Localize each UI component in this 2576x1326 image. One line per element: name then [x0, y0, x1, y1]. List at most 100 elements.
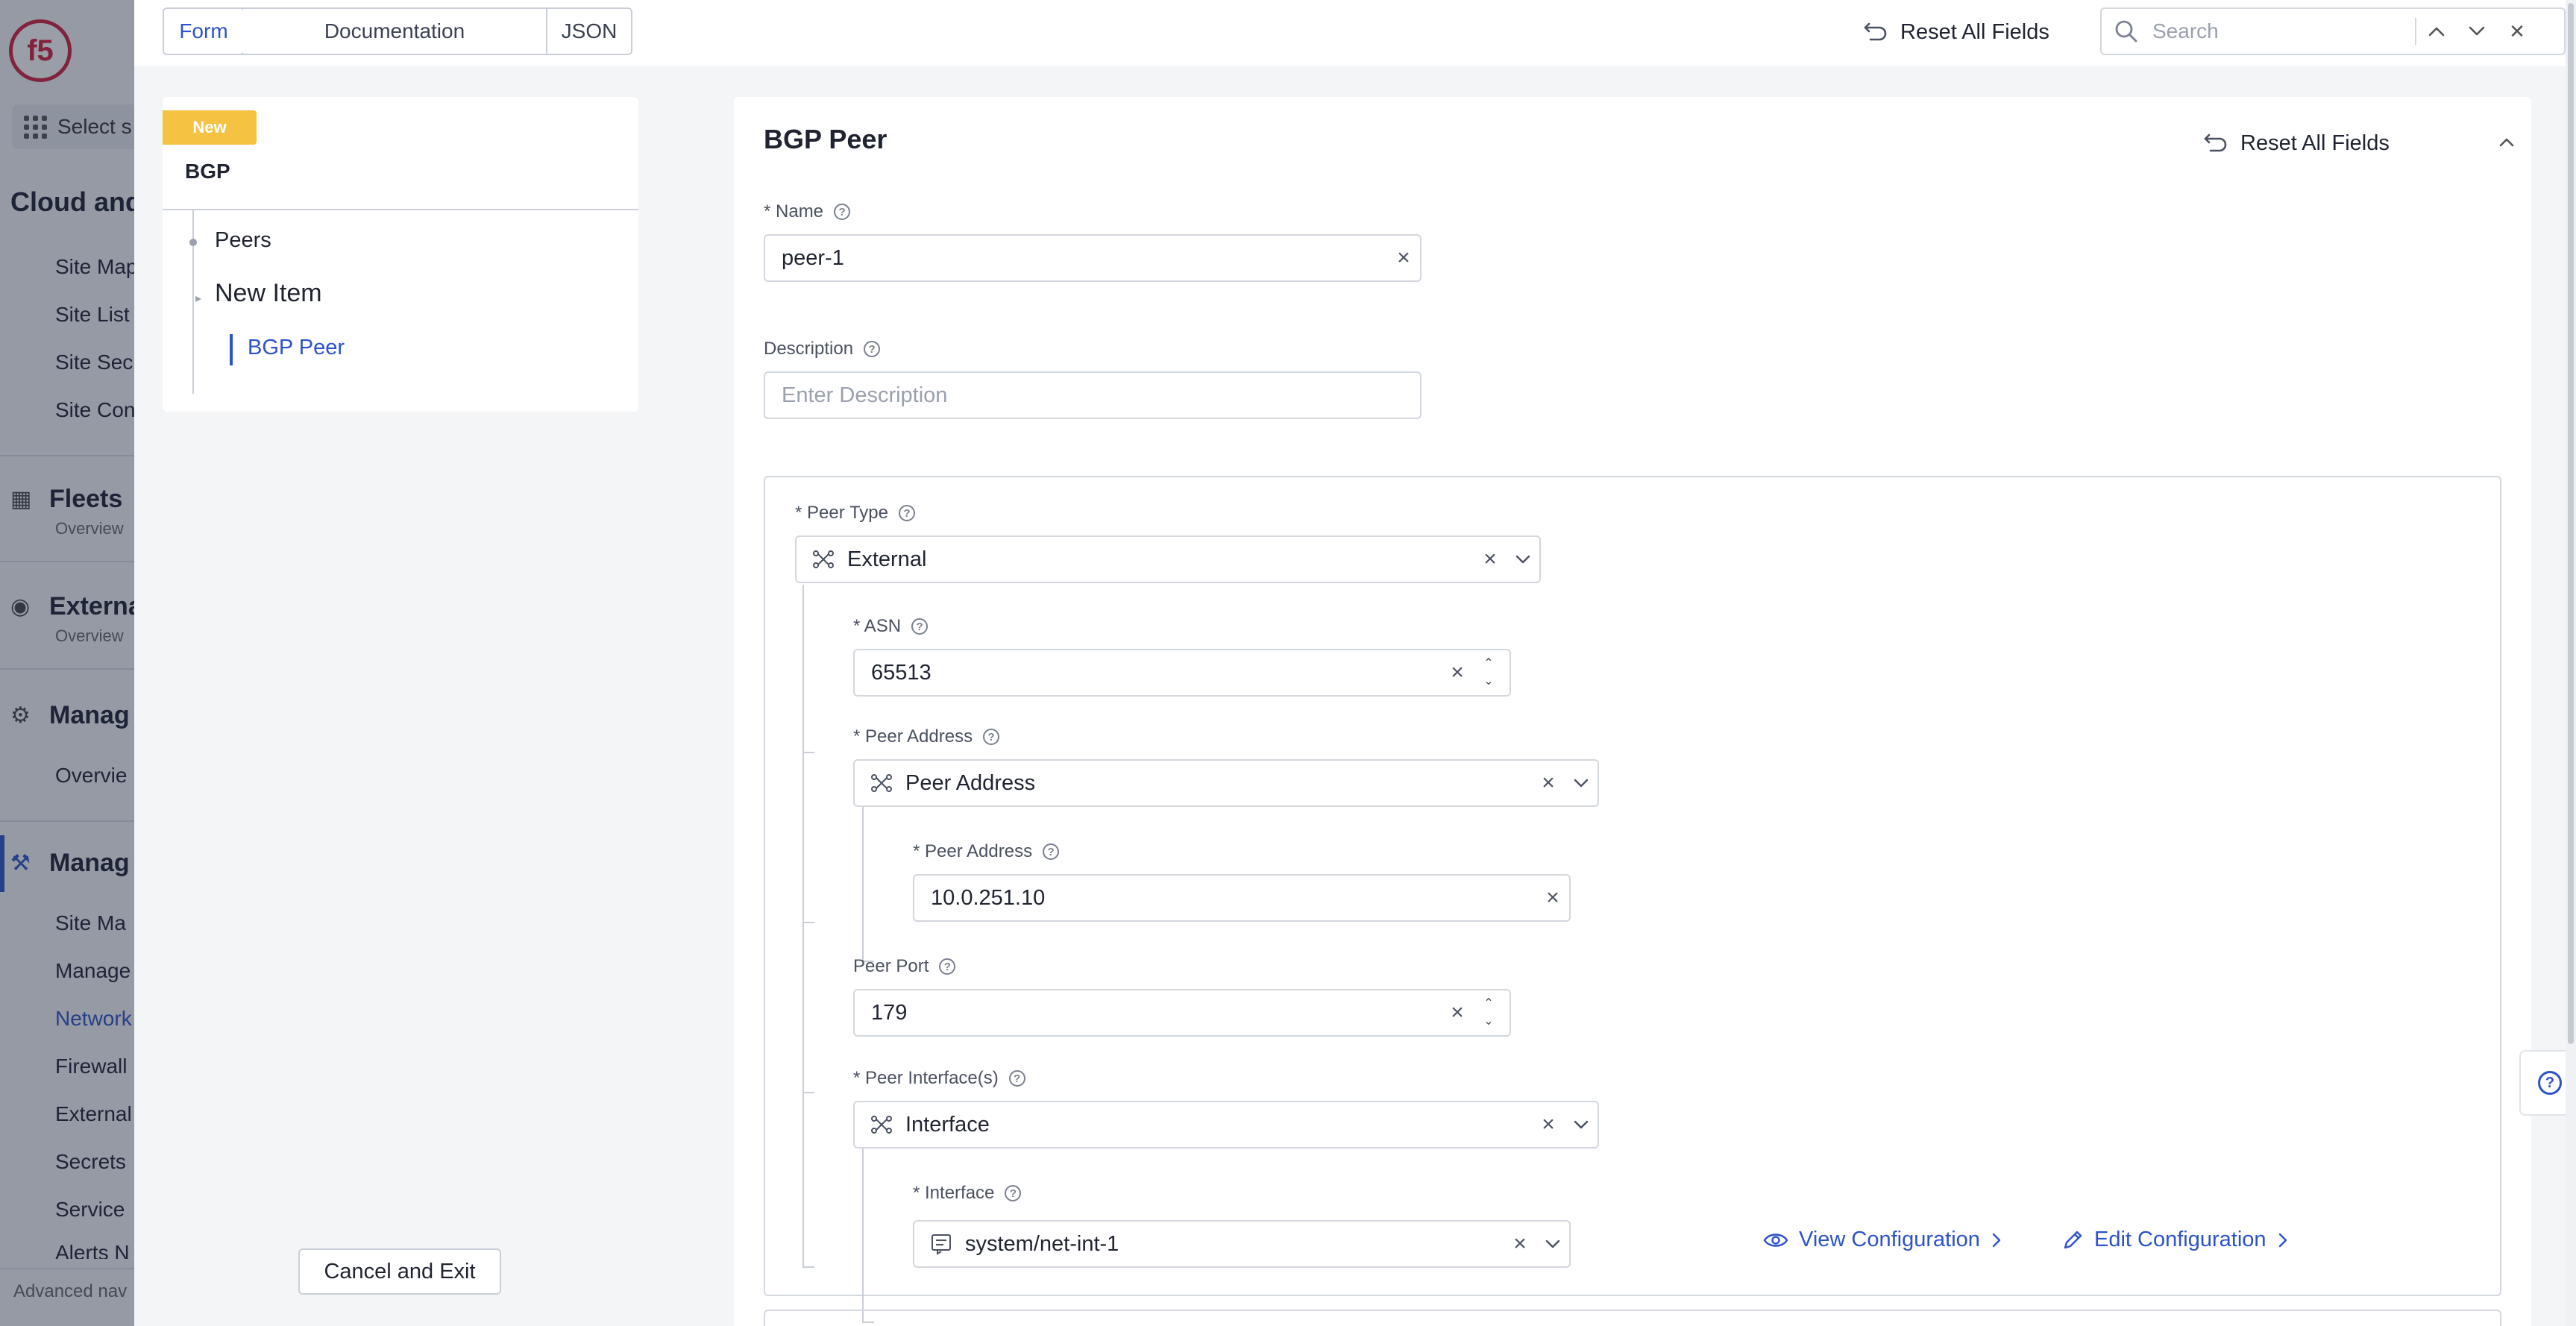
reset-all-fields-button[interactable]: Reset All Fields: [1863, 13, 2049, 51]
caret-right-icon: ▸: [195, 292, 202, 305]
help-icon[interactable]: ?: [1043, 843, 1060, 860]
increment-icon[interactable]: ⌃: [1483, 997, 1493, 1011]
search-previous-button[interactable]: [2416, 10, 2457, 52]
search-next-button[interactable]: [2457, 10, 2497, 52]
clear-name-button[interactable]: ×: [1387, 236, 1420, 280]
peer-address-choice-label: * Peer Address?: [853, 726, 1000, 747]
clear-interface-button[interactable]: ×: [1504, 1222, 1536, 1266]
eye-icon: [1763, 1233, 1788, 1247]
help-icon[interactable]: ?: [911, 618, 929, 635]
object-reference-icon: [920, 1233, 962, 1255]
close-icon: ✕: [2509, 19, 2525, 43]
interface-select[interactable]: system/net-int-1 ×: [913, 1220, 1571, 1268]
form-navigation: New BGP ▸ Peers New Item BGP Peer: [163, 97, 638, 412]
edit-configuration-link[interactable]: Edit Configuration: [2061, 1228, 2289, 1252]
peer-type-dropdown-button[interactable]: [1507, 538, 1539, 581]
question-icon: ?: [2538, 1071, 2562, 1095]
tree-line: [862, 1144, 864, 1323]
peer-interfaces-select[interactable]: Interface ×: [853, 1101, 1599, 1149]
decrement-icon[interactable]: ⌄: [1483, 675, 1493, 688]
help-icon[interactable]: ?: [1008, 1070, 1025, 1087]
drawer-topbar: Form Documentation JSON Reset All Fields: [134, 0, 2576, 66]
choice-icon: [861, 773, 902, 793]
tree-connector: [802, 1092, 814, 1093]
description-label: Description?: [764, 339, 881, 359]
close-icon: ×: [1451, 1000, 1464, 1025]
asn-label: * ASN?: [853, 616, 929, 637]
search-box: ✕: [2100, 7, 2566, 55]
chevron-down-icon: [1574, 1120, 1589, 1129]
tree-node-dot: [189, 239, 197, 246]
scrollbar[interactable]: [2566, 0, 2576, 1326]
help-icon[interactable]: ?: [1005, 1185, 1022, 1201]
help-icon[interactable]: ?: [898, 505, 915, 521]
increment-icon[interactable]: ⌃: [1483, 657, 1493, 670]
peer-address-dropdown-button[interactable]: [1565, 761, 1598, 805]
chevron-down-icon: [2469, 26, 2485, 36]
collapse-section-button[interactable]: [2498, 133, 2515, 152]
reset-section-fields-button[interactable]: Reset All Fields: [2203, 127, 2390, 160]
peer-type-label: * Peer Type?: [795, 503, 915, 524]
tree-connector: [802, 1266, 814, 1268]
peer-interfaces-value: Interface: [905, 1112, 990, 1137]
search-clear-button[interactable]: ✕: [2497, 10, 2537, 52]
pencil-icon: [2064, 1231, 2082, 1248]
peer-type-select[interactable]: External ×: [795, 535, 1541, 583]
clear-peer-type-button[interactable]: ×: [1474, 538, 1507, 581]
interface-dropdown-button[interactable]: [1536, 1222, 1569, 1266]
peer-port-input[interactable]: [855, 991, 1441, 1034]
help-icon[interactable]: ?: [983, 729, 1000, 745]
clear-peer-address-button[interactable]: ×: [1536, 876, 1569, 920]
description-input[interactable]: [765, 374, 1420, 417]
nav-item-new-item[interactable]: New Item: [215, 279, 322, 308]
tree-line: [862, 804, 864, 962]
view-tabs: Form Documentation JSON: [163, 7, 632, 55]
close-icon: ×: [1483, 547, 1497, 571]
help-icon[interactable]: ?: [864, 341, 881, 357]
reset-icon: [1864, 22, 1887, 41]
modal-backdrop[interactable]: [0, 0, 134, 1326]
peer-interfaces-dropdown-button[interactable]: [1565, 1103, 1598, 1146]
chevron-up-icon: [2499, 138, 2514, 147]
choice-icon: [861, 1115, 902, 1134]
interface-label: * Interface?: [913, 1183, 1022, 1204]
help-icon[interactable]: ?: [834, 204, 851, 220]
close-icon: ×: [1542, 1112, 1555, 1137]
decrement-icon[interactable]: ⌄: [1483, 1015, 1493, 1028]
view-configuration-link[interactable]: View Configuration: [1763, 1228, 2002, 1252]
tab-form[interactable]: Form: [164, 9, 245, 54]
nav-item-peers[interactable]: Peers: [215, 228, 271, 253]
asn-field: × ⌃ ⌄: [853, 649, 1511, 697]
cancel-and-exit-button[interactable]: Cancel and Exit: [298, 1248, 501, 1295]
peer-type-value: External: [847, 547, 927, 571]
tree-line: [802, 585, 804, 1268]
scrollbar-thumb[interactable]: [2568, 3, 2574, 1044]
peer-address-choice-value: Peer Address: [905, 770, 1036, 795]
peer-port-field: × ⌃ ⌄: [853, 989, 1511, 1037]
chevron-right-icon: [1992, 1233, 2001, 1247]
search-icon: [2114, 19, 2143, 44]
clear-peer-port-button[interactable]: ×: [1441, 991, 1474, 1034]
nav-active-indicator: [230, 334, 233, 365]
close-icon: ×: [1397, 245, 1410, 270]
divider: [163, 209, 638, 210]
asn-input[interactable]: [855, 651, 1441, 694]
nav-item-bgp-peer[interactable]: BGP Peer: [248, 336, 345, 360]
description-field: [764, 371, 1421, 419]
peer-interfaces-label: * Peer Interface(s)?: [853, 1068, 1025, 1089]
peer-address-field: ×: [913, 874, 1571, 922]
clear-asn-button[interactable]: ×: [1441, 651, 1474, 694]
clear-peer-interfaces-button[interactable]: ×: [1532, 1103, 1565, 1146]
reset-icon: [2204, 133, 2227, 152]
peer-address-label: * Peer Address?: [913, 841, 1060, 862]
search-input[interactable]: [2143, 10, 2412, 52]
tab-documentation[interactable]: Documentation: [243, 9, 547, 54]
tab-json[interactable]: JSON: [547, 9, 631, 54]
clear-peer-address-choice-button[interactable]: ×: [1532, 761, 1565, 805]
peer-address-choice-select[interactable]: Peer Address ×: [853, 759, 1599, 807]
choice-icon: [802, 550, 844, 569]
peer-address-input[interactable]: [914, 876, 1536, 920]
name-input[interactable]: [765, 236, 1387, 280]
help-icon[interactable]: ?: [939, 958, 956, 975]
tree-connector: [802, 922, 814, 923]
